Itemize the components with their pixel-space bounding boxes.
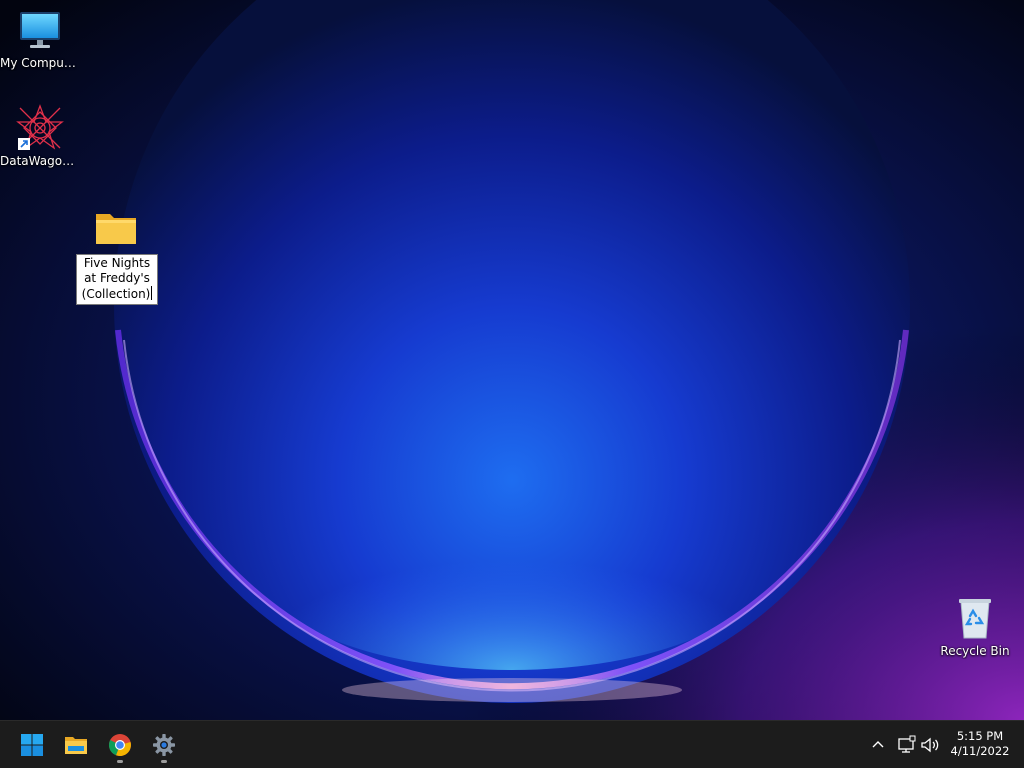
chrome-icon — [108, 734, 131, 757]
text-caret — [151, 286, 153, 300]
show-hidden-icons-chevron-up-icon[interactable] — [866, 733, 890, 757]
taskbar-clock[interactable]: 5:15 PM 4/11/2022 — [944, 729, 1016, 759]
file-explorer-icon — [65, 737, 87, 754]
running-indicator — [117, 760, 123, 763]
taskbar: 5:15 PM 4/11/2022 — [0, 720, 1024, 768]
wallpaper-bloom — [0, 0, 1024, 720]
desktop-icon-folder-renaming[interactable] — [76, 204, 156, 254]
volume-icon[interactable] — [918, 733, 942, 757]
desktop-icon-my-computer[interactable]: My Computer — [0, 6, 80, 71]
rename-text: Five Nights at Freddy's (Collection) — [81, 256, 151, 301]
windows-start-icon — [21, 734, 43, 756]
taskbar-file-explorer[interactable] — [56, 725, 96, 765]
desktop-icon-datawagon-shortcut[interactable]: DataWagon... — [0, 104, 80, 169]
datawagon-star-icon — [16, 104, 64, 152]
clock-time: 5:15 PM — [956, 729, 1004, 743]
folder-icon — [92, 204, 140, 252]
clock-date: 4/11/2022 — [950, 744, 1010, 758]
start-button[interactable] — [12, 725, 52, 765]
desktop[interactable]: My Computer DataWagon... Five Nights at … — [0, 0, 1024, 720]
settings-gear-icon — [153, 734, 175, 756]
recycle-bin-icon — [951, 594, 999, 642]
monitor-icon — [16, 6, 64, 54]
desktop-icon-label: Recycle Bin — [940, 644, 1010, 658]
desktop-icon-label: DataWagon... — [0, 154, 80, 168]
desktop-icon-recycle-bin[interactable]: Recycle Bin — [935, 594, 1015, 659]
taskbar-chrome[interactable] — [100, 725, 140, 765]
rename-textbox[interactable]: Five Nights at Freddy's (Collection) — [76, 254, 158, 305]
taskbar-settings[interactable] — [144, 725, 184, 765]
desktop-icon-label: My Computer — [0, 56, 80, 70]
network-icon[interactable] — [894, 733, 918, 757]
running-indicator — [161, 760, 167, 763]
